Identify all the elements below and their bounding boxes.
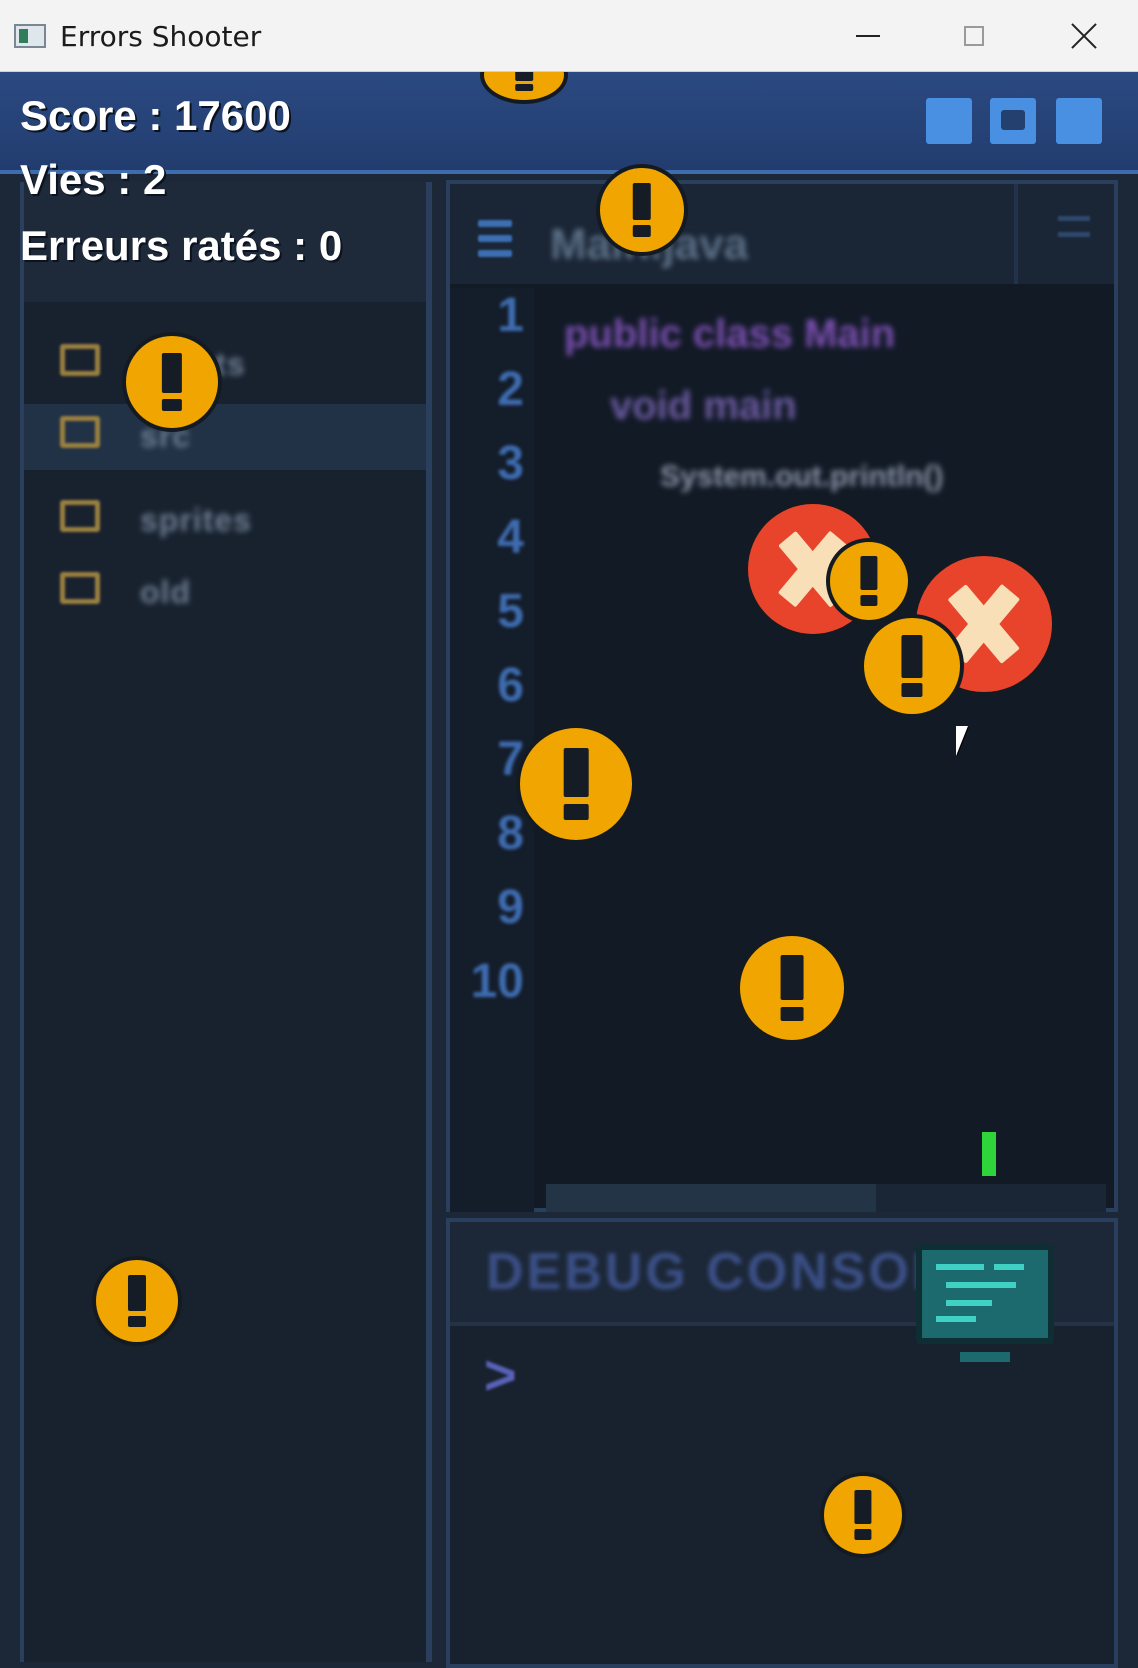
code-editor-panel: Main.java 1 2 3 4 5 6 7 8 9 10 public cl… xyxy=(446,180,1118,1212)
minimize-button[interactable] xyxy=(818,0,918,72)
line-number: 4 xyxy=(497,511,524,564)
minimize-icon xyxy=(856,35,880,37)
folder-icon xyxy=(60,344,100,376)
folder-row-selected: src xyxy=(24,404,426,470)
console-prompt: > xyxy=(484,1343,517,1406)
line-number-gutter: 1 2 3 4 5 6 7 8 9 10 xyxy=(450,288,534,1212)
window-title: Errors Shooter xyxy=(60,20,262,53)
code-line: public class Main xyxy=(564,312,896,356)
window-titlebar: Errors Shooter xyxy=(0,0,1138,72)
ide-button-icon xyxy=(1056,98,1102,144)
editor-tab-bar: Main.java xyxy=(450,184,1114,284)
monitor-stand xyxy=(960,1352,1010,1362)
code-line: void main xyxy=(610,384,797,428)
line-number: 2 xyxy=(497,363,524,416)
warning-icon[interactable] xyxy=(126,336,218,428)
line-number: 3 xyxy=(497,437,524,490)
horizontal-scrollbar xyxy=(546,1184,1106,1212)
folder-icon xyxy=(60,500,100,532)
file-explorer-panel: assets src sprites old xyxy=(20,182,432,1662)
warning-icon[interactable] xyxy=(740,936,844,1040)
editor-menu-icon xyxy=(1014,184,1114,284)
maximize-button[interactable] xyxy=(924,0,1024,72)
folder-label: old xyxy=(140,574,191,610)
ide-window-icon xyxy=(990,98,1036,144)
warning-icon[interactable] xyxy=(864,618,960,714)
warning-icon[interactable] xyxy=(600,168,684,252)
warning-icon[interactable] xyxy=(520,728,632,840)
lives-label: Vies : 2 xyxy=(20,156,167,203)
missed-errors-label: Erreurs ratés : 0 xyxy=(20,222,343,269)
line-number: 9 xyxy=(497,881,524,934)
line-number: 8 xyxy=(497,807,524,860)
warning-icon[interactable] xyxy=(824,1476,902,1554)
folder-icon xyxy=(60,572,100,604)
warning-icon[interactable] xyxy=(96,1260,178,1342)
line-number: 1 xyxy=(497,289,524,342)
hamburger-icon xyxy=(478,220,512,264)
folder-label: sprites xyxy=(140,502,252,538)
folder-row: old xyxy=(24,560,426,626)
close-icon xyxy=(1070,22,1098,50)
text-caret xyxy=(982,1132,996,1176)
mouse-pointer-icon xyxy=(956,726,968,756)
line-number: 6 xyxy=(497,659,524,712)
game-canvas[interactable]: assets src sprites old Main.java 1 2 3 4 xyxy=(0,72,1138,1668)
warning-icon[interactable] xyxy=(830,542,908,620)
code-line: System.out.println() xyxy=(660,460,944,493)
maximize-icon xyxy=(964,26,984,46)
player-monitor-icon[interactable] xyxy=(916,1244,1054,1368)
close-button[interactable] xyxy=(1030,0,1138,72)
line-number: 5 xyxy=(497,585,524,638)
score-label: Score : 17600 xyxy=(20,92,291,139)
folder-row: assets xyxy=(24,332,426,398)
monitor-screen xyxy=(916,1244,1054,1344)
folder-row: sprites xyxy=(24,488,426,554)
folder-icon xyxy=(60,416,100,448)
ide-button-icon xyxy=(926,98,972,144)
line-number: 10 xyxy=(470,955,524,1008)
scrollbar-thumb xyxy=(546,1184,876,1212)
app-icon xyxy=(14,24,46,48)
console-title: DEBUG CONSOLE xyxy=(486,1243,985,1301)
